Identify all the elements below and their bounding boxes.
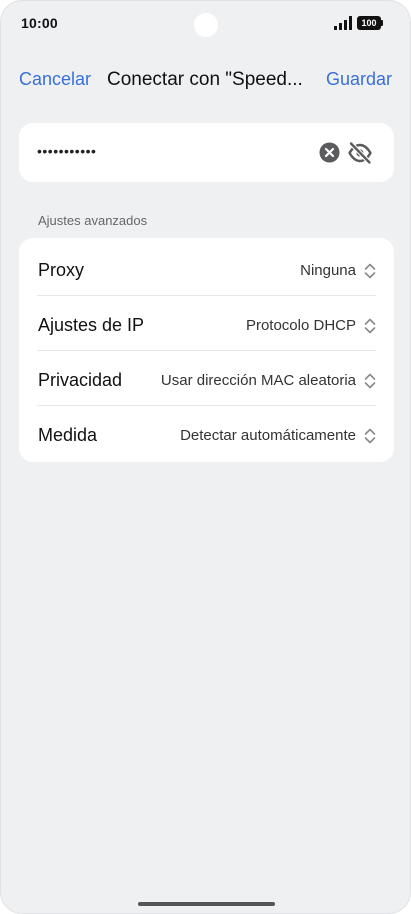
home-indicator[interactable]: [138, 902, 275, 906]
status-bar: 10:00 100: [1, 1, 410, 47]
cancel-button[interactable]: Cancelar: [19, 69, 91, 90]
chevron-updown-icon: [364, 263, 376, 279]
row-privacy[interactable]: Privacidad Usar dirección MAC aleatoria: [19, 351, 394, 406]
section-label-advanced: Ajustes avanzados: [38, 213, 148, 228]
header: Cancelar Conectar con "Speed... Guardar: [1, 61, 410, 99]
chevron-updown-icon: [364, 373, 376, 389]
advanced-settings-card: Proxy Ninguna Ajustes de IP Protocolo DH…: [19, 238, 394, 462]
camera-cutout: [194, 13, 218, 37]
signal-icon: [334, 16, 352, 30]
battery-icon: 100: [357, 16, 384, 30]
row-label: Medida: [38, 425, 98, 445]
row-value: Usar dirección MAC aleatoria: [160, 372, 356, 389]
row-label: Ajustes de IP: [38, 315, 145, 335]
battery-level: 100: [357, 16, 381, 30]
page-title: Conectar con "Speed...: [107, 69, 303, 90]
row-metered[interactable]: Medida Detectar automáticamente: [19, 406, 394, 461]
password-input[interactable]: •••••••••••: [37, 143, 96, 159]
row-value: Protocolo DHCP: [245, 317, 356, 334]
status-time: 10:00: [21, 15, 58, 31]
row-proxy[interactable]: Proxy Ninguna: [19, 241, 394, 296]
row-label: Proxy: [38, 260, 85, 280]
row-value: Ninguna: [300, 262, 356, 279]
chevron-updown-icon: [364, 318, 376, 334]
chevron-updown-icon: [364, 428, 376, 444]
battery-tip: [381, 20, 383, 26]
row-ip-settings[interactable]: Ajustes de IP Protocolo DHCP: [19, 296, 394, 351]
row-value: Detectar automáticamente: [180, 427, 356, 444]
row-label: Privacidad: [38, 370, 123, 390]
eye-off-icon[interactable]: [347, 140, 373, 166]
password-field[interactable]: •••••••••••: [19, 123, 394, 182]
screen: 10:00 100 Cancelar Conectar con "Speed..…: [0, 0, 411, 914]
clear-icon[interactable]: [319, 142, 340, 163]
save-button[interactable]: Guardar: [326, 69, 392, 90]
